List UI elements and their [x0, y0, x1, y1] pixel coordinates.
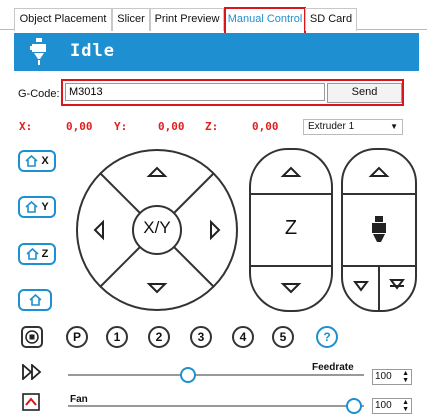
- feedrate-slider-knob[interactable]: [180, 367, 196, 383]
- extruder-select[interactable]: Extruder 1 ▼: [303, 119, 403, 135]
- y-coord-label: Y:: [114, 120, 128, 133]
- home-x-label: X: [41, 155, 49, 167]
- extruder-nozzle-icon: [30, 38, 46, 65]
- y-coord-value: 0,00: [158, 120, 185, 133]
- xy-center-label[interactable]: X/Y: [131, 218, 183, 238]
- tab-sd-card[interactable]: SD Card: [305, 8, 357, 31]
- extruder-select-value: Extruder 1: [308, 121, 355, 132]
- home-icon: [25, 155, 38, 167]
- fan-preset-2[interactable]: 2: [148, 326, 170, 348]
- fan-label: Fan: [70, 394, 88, 405]
- printer-status: Idle: [70, 41, 115, 61]
- gcode-label: G-Code:: [18, 88, 60, 100]
- gcode-input[interactable]: [65, 83, 325, 101]
- fan-preset-5[interactable]: 5: [272, 326, 294, 348]
- home-y-label: Y: [41, 201, 49, 213]
- z-coord-label: Z:: [205, 120, 219, 133]
- fan-preset-4[interactable]: 4: [232, 326, 254, 348]
- spin-arrows-icon[interactable]: ▲ ▼: [402, 370, 409, 384]
- chevron-down-icon: ▼: [390, 122, 398, 131]
- fan-icon: [22, 393, 40, 411]
- fan-value: 100: [375, 400, 392, 411]
- home-y-button[interactable]: Y: [18, 196, 56, 218]
- fan-slider-knob[interactable]: [346, 398, 362, 414]
- fan-slider-track[interactable]: [68, 405, 364, 407]
- feedrate-value: 100: [375, 371, 392, 382]
- home-all-button[interactable]: [18, 289, 52, 311]
- fast-forward-icon: [22, 364, 42, 380]
- fan-preset-1[interactable]: 1: [106, 326, 128, 348]
- feedrate-slider-track[interactable]: [68, 374, 364, 376]
- stop-icon: [25, 330, 39, 344]
- feedrate-label: Feedrate: [312, 362, 354, 373]
- home-x-button[interactable]: X: [18, 150, 56, 172]
- x-coord-value: 0,00: [66, 120, 93, 133]
- tab-manual-control[interactable]: Manual Control: [224, 7, 306, 35]
- x-coord-label: X:: [19, 120, 33, 133]
- tab-print-preview[interactable]: Print Preview: [150, 8, 224, 31]
- fan-preset-3[interactable]: 3: [190, 326, 212, 348]
- tab-bar: Object Placement Slicer Print Preview Ma…: [0, 0, 427, 35]
- fan-preset-p[interactable]: P: [66, 326, 88, 348]
- home-icon: [25, 201, 38, 213]
- gcode-row: Send: [61, 79, 404, 106]
- z-axis-label: Z: [284, 217, 298, 239]
- home-icon: [26, 248, 39, 260]
- status-header: Idle: [14, 33, 419, 71]
- tab-object-placement[interactable]: Object Placement: [14, 8, 112, 31]
- feedrate-spinbox[interactable]: 100 ▲ ▼: [372, 369, 412, 385]
- send-button[interactable]: Send: [327, 83, 402, 103]
- z-coord-value: 0,00: [252, 120, 279, 133]
- home-icon: [28, 294, 42, 306]
- extruder-jog-pad[interactable]: [341, 148, 417, 312]
- tab-slicer[interactable]: Slicer: [112, 8, 150, 31]
- emergency-stop-button[interactable]: [21, 326, 43, 348]
- help-button[interactable]: ?: [316, 326, 338, 348]
- fan-spinbox[interactable]: 100 ▲ ▼: [372, 398, 412, 414]
- home-z-button[interactable]: Z: [18, 243, 56, 265]
- home-z-label: Z: [41, 248, 49, 260]
